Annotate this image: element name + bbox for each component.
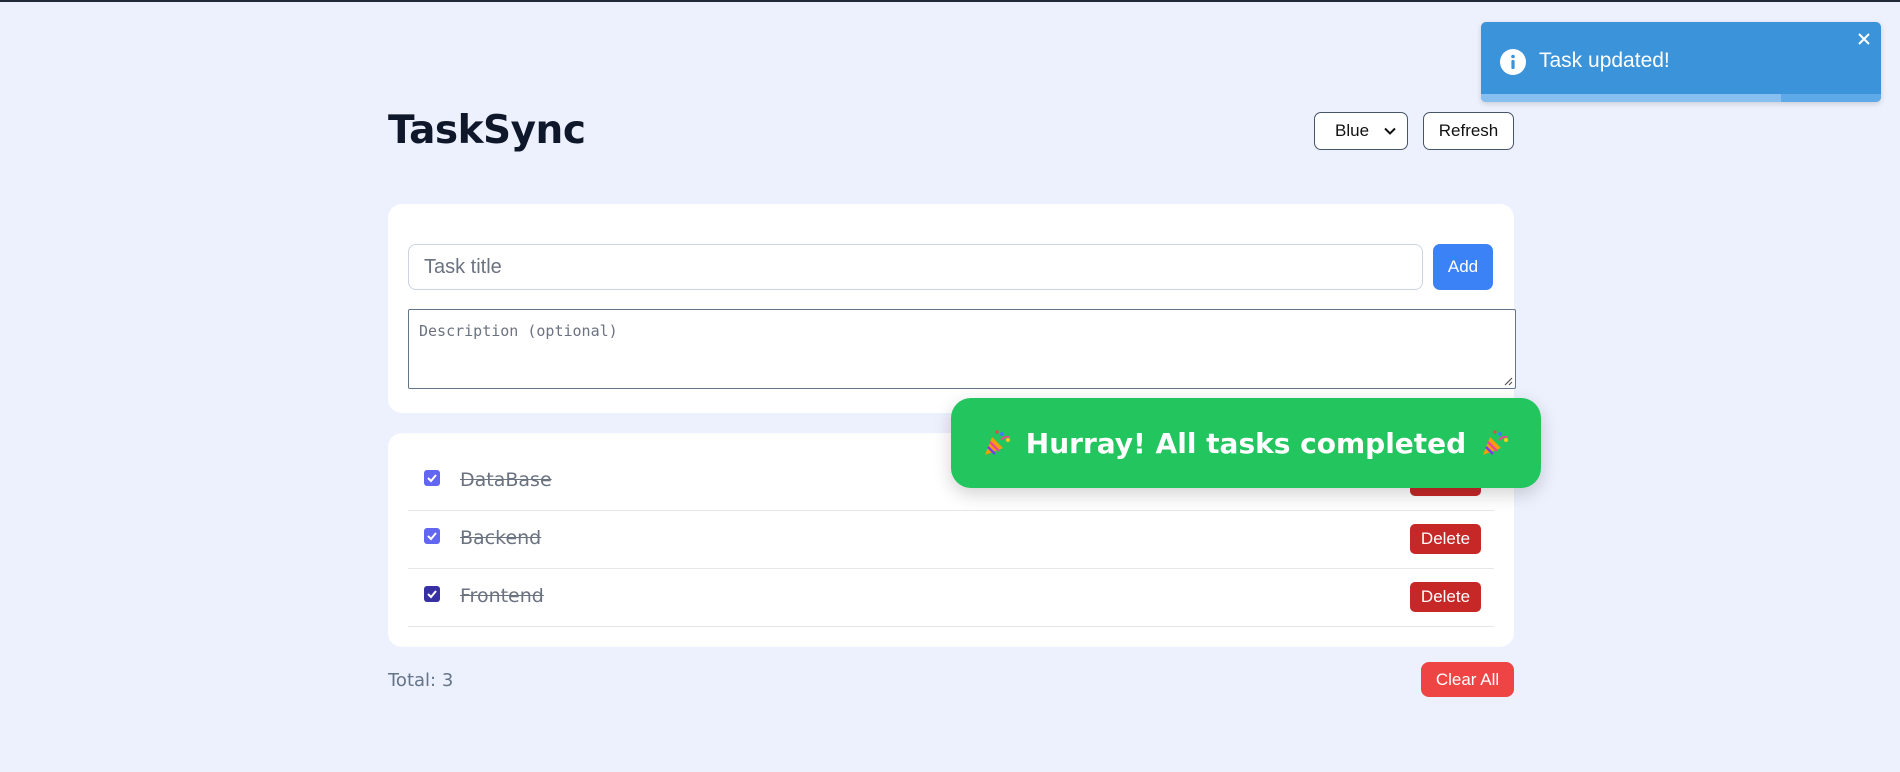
task-row: Frontend Delete	[408, 569, 1494, 627]
party-popper-icon	[984, 430, 1010, 455]
refresh-button[interactable]: Refresh	[1423, 112, 1514, 150]
chevron-down-icon	[1384, 127, 1396, 135]
task-checkbox[interactable]	[424, 528, 440, 544]
celebration-message: Hurray! All tasks completed	[1025, 426, 1467, 460]
task-form-card: Task title Add Description (optional)	[388, 204, 1516, 413]
theme-select[interactable]: Blue	[1314, 112, 1408, 150]
task-title-input[interactable]: Task title	[408, 244, 1423, 290]
toast-progress-bar	[1481, 94, 1781, 102]
celebration-banner: Hurray! All tasks completed	[951, 398, 1541, 488]
party-popper-icon	[1483, 430, 1509, 455]
task-description-placeholder: Description (optional)	[419, 322, 618, 340]
app-title: TaskSync	[388, 108, 586, 153]
task-row: Backend Delete	[408, 511, 1494, 569]
task-title: DataBase	[460, 469, 552, 491]
header: TaskSync Blue Refresh	[388, 108, 1514, 160]
task-checkbox[interactable]	[424, 470, 440, 486]
toast-notification: Task updated!	[1481, 22, 1881, 102]
delete-task-button[interactable]: Delete	[1410, 582, 1481, 612]
task-title-placeholder: Task title	[424, 255, 502, 278]
task-title: Backend	[460, 527, 542, 549]
info-icon	[1500, 49, 1526, 75]
resize-grip-icon[interactable]	[1503, 376, 1513, 386]
toast-progress-track	[1481, 94, 1881, 102]
top-border	[0, 0, 1900, 2]
check-icon	[427, 590, 437, 599]
task-title: Frontend	[460, 585, 544, 607]
toast-message: Task updated!	[1539, 49, 1670, 72]
total-count: Total: 3	[388, 670, 454, 691]
task-checkbox[interactable]	[424, 586, 440, 602]
check-icon	[427, 532, 437, 541]
task-description-input[interactable]: Description (optional)	[408, 309, 1516, 389]
theme-select-value: Blue	[1335, 121, 1370, 140]
check-icon	[427, 474, 437, 483]
close-icon[interactable]	[1857, 32, 1871, 46]
clear-all-button[interactable]: Clear All	[1421, 662, 1514, 697]
add-task-button[interactable]: Add	[1433, 244, 1493, 290]
delete-task-button[interactable]: Delete	[1410, 524, 1481, 554]
